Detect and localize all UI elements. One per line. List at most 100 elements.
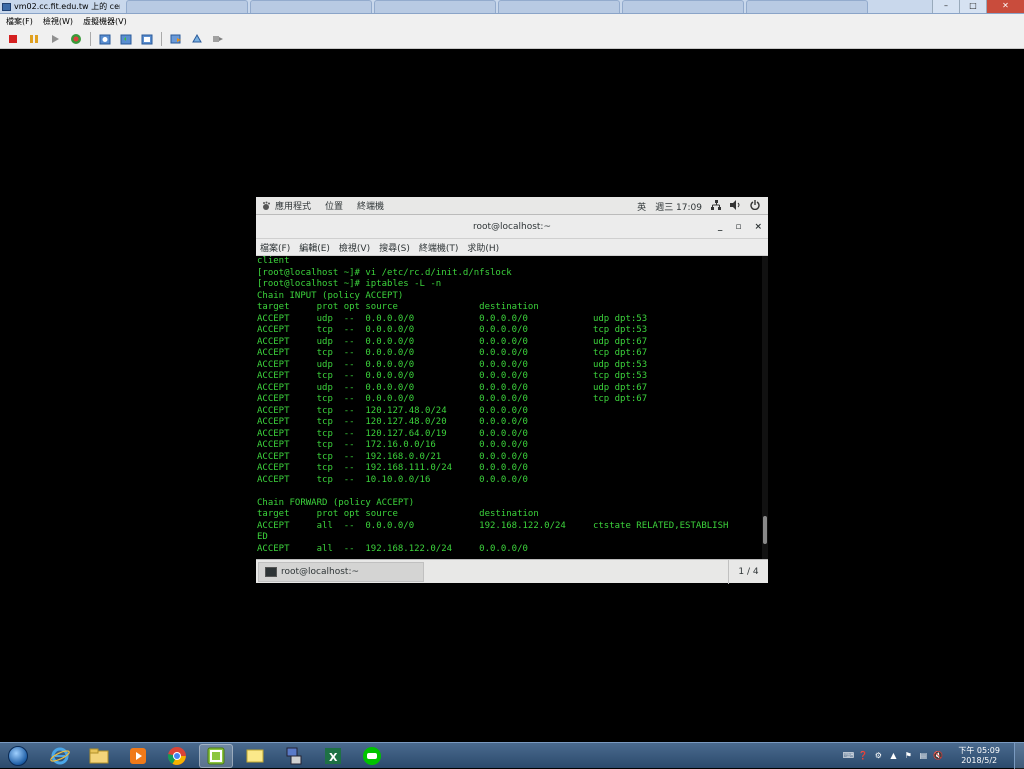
taskbar-file-explorer[interactable]: [82, 744, 116, 768]
menu-vm[interactable]: 虛擬機器(V): [83, 16, 127, 27]
taskbar-media-player[interactable]: [121, 744, 155, 768]
minimize-icon[interactable]: _: [718, 222, 723, 232]
terminal-menu-terminal[interactable]: 終端機(T): [419, 241, 459, 254]
input-method-indicator[interactable]: 英: [637, 200, 646, 213]
workspace-indicator[interactable]: 1 / 4: [728, 560, 768, 584]
taskbar-network-tool[interactable]: [277, 744, 311, 768]
snapshot-icon: [99, 34, 111, 44]
pause-button[interactable]: [27, 32, 41, 46]
terminal-line: ACCEPT tcp -- 120.127.48.0/20 0.0.0.0/0: [257, 417, 528, 427]
terminal-menu-file[interactable]: 檔案(F): [260, 241, 290, 254]
help-icon[interactable]: ❓: [857, 750, 869, 762]
terminal-line: ACCEPT all -- 0.0.0.0/0 192.168.122.0/24…: [257, 520, 729, 531]
reset-button[interactable]: [69, 32, 83, 46]
manage-snapshot-button[interactable]: [140, 32, 154, 46]
network-icon[interactable]: [711, 199, 721, 213]
terminal-line: ACCEPT tcp -- 0.0.0.0/0 0.0.0.0/0 tcp dp…: [257, 325, 648, 335]
terminal-scrollbar[interactable]: [762, 256, 768, 559]
terminal-menu-search[interactable]: 搜尋(S): [379, 241, 410, 254]
terminal-line: ACCEPT tcp -- 192.168.0.0/21 0.0.0.0/0: [257, 451, 528, 462]
close-icon[interactable]: ×: [754, 222, 762, 232]
power-icon[interactable]: [750, 199, 760, 213]
guest-top-bar: 應用程式 位置 終端機 英 週三 17:09: [256, 197, 768, 215]
terminal-menu-edit[interactable]: 編輯(E): [299, 241, 330, 254]
terminal-line: target prot opt source destination: [257, 509, 539, 519]
close-button[interactable]: ✕: [986, 0, 1024, 13]
taskbar-line[interactable]: [355, 744, 389, 768]
media-player-icon: [130, 747, 146, 764]
terminal-line: ACCEPT all -- 192.168.122.0/24 0.0.0.0/0: [257, 543, 528, 554]
maximize-button[interactable]: □: [959, 0, 986, 13]
stop-button[interactable]: [6, 32, 20, 46]
revert-snapshot-button[interactable]: [119, 32, 133, 46]
terminal-app-menu[interactable]: 終端機: [357, 199, 384, 212]
terminal-line: ACCEPT tcp -- 120.127.64.0/19 0.0.0.0/0: [257, 428, 528, 439]
terminal-line: [root@localhost ~]# vi /etc/rc.d/init.d/…: [257, 267, 512, 278]
terminal-task-label: root@localhost:~: [281, 566, 360, 577]
guest-clock[interactable]: 週三 17:09: [655, 200, 702, 213]
terminal-menu-help[interactable]: 求助(H): [467, 241, 499, 254]
start-button[interactable]: [3, 744, 33, 768]
terminal-line: client: [257, 256, 290, 266]
sticky-notes-icon: [246, 749, 264, 762]
terminal-window: root@localhost:~ _ ▫ × 檔案(F) 編輯(E) 檢視(V)…: [256, 215, 768, 584]
host-background-tabs: [126, 0, 870, 13]
terminal-line: ACCEPT tcp -- 172.16.0.0/16 0.0.0.0/0: [257, 440, 528, 450]
terminal-text: client [root@localhost ~]# vi /etc/rc.d/i…: [257, 256, 761, 555]
vm-window-icon: [2, 3, 11, 11]
play-button[interactable]: [48, 32, 62, 46]
terminal-line: ED: [257, 532, 268, 542]
toolbar-separator: [161, 31, 162, 46]
terminal-task-button[interactable]: root@localhost:~: [258, 561, 424, 582]
show-hidden-icons[interactable]: ▲: [887, 750, 899, 762]
terminal-line: ACCEPT udp -- 0.0.0.0/0 0.0.0.0/0 udp dp…: [257, 336, 648, 347]
pause-icon: [30, 34, 38, 43]
background-tab[interactable]: [622, 0, 744, 13]
terminal-line: [root@localhost ~]# iptables -L -n: [257, 279, 442, 289]
background-tab[interactable]: [250, 0, 372, 13]
send-keys-button[interactable]: [211, 32, 225, 46]
background-tab[interactable]: [374, 0, 496, 13]
settings-icon[interactable]: ⚙: [872, 750, 884, 762]
connect-device-button[interactable]: [190, 32, 204, 46]
taskbar-internet-explorer[interactable]: [43, 744, 77, 768]
stop-icon: [9, 34, 17, 43]
terminal-menu-view[interactable]: 檢視(V): [339, 241, 370, 254]
terminal-line: ACCEPT udp -- 0.0.0.0/0 0.0.0.0/0 udp dp…: [257, 382, 648, 393]
network-tray-icon[interactable]: ▤: [917, 750, 929, 762]
menu-view[interactable]: 檢視(W): [43, 16, 73, 27]
terminal-output[interactable]: client [root@localhost ~]# vi /etc/rc.d/i…: [256, 256, 768, 559]
windows-taskbar: X ⌨ ❓ ⚙ ▲ ⚑ ▤ 🔇 下午 05:09 2018/5/2: [0, 742, 1024, 769]
maximize-icon[interactable]: ▫: [735, 222, 741, 232]
migrate-button[interactable]: [169, 32, 183, 46]
terminal-line: Chain INPUT (policy ACCEPT): [257, 290, 404, 301]
taskbar-vsphere-client[interactable]: [199, 743, 233, 768]
background-tab[interactable]: [746, 0, 868, 13]
taskbar-chrome[interactable]: [160, 744, 194, 768]
terminal-menubar: 檔案(F) 編輯(E) 檢視(V) 搜尋(S) 終端機(T) 求助(H): [256, 239, 768, 256]
applications-menu[interactable]: 應用程式: [275, 199, 311, 212]
scrollbar-thumb[interactable]: [763, 516, 767, 544]
taskbar-clock[interactable]: 下午 05:09 2018/5/2: [958, 746, 1000, 766]
taskbar-excel[interactable]: X: [316, 744, 350, 768]
action-center-flag-icon[interactable]: ⚑: [902, 750, 914, 762]
background-tab[interactable]: [126, 0, 248, 13]
minimize-button[interactable]: –: [932, 0, 959, 13]
volume-muted-icon[interactable]: 🔇: [932, 750, 944, 762]
taskbar-notes[interactable]: [238, 744, 272, 768]
show-desktop-button[interactable]: [1014, 743, 1024, 769]
excel-icon: X: [325, 747, 341, 764]
places-menu[interactable]: 位置: [325, 199, 343, 212]
background-tab[interactable]: [498, 0, 620, 13]
windows-logo-icon: [8, 745, 28, 766]
host-menubar: 檔案(F) 檢視(W) 虛擬機器(V): [0, 14, 1024, 29]
volume-icon[interactable]: [730, 199, 741, 213]
terminal-title-bar[interactable]: root@localhost:~ _ ▫ ×: [256, 215, 768, 239]
menu-file[interactable]: 檔案(F): [6, 16, 33, 27]
keyboard-icon[interactable]: ⌨: [842, 750, 855, 762]
toolbar-separator: [90, 31, 91, 46]
folder-icon: [89, 748, 109, 763]
snapshot-button[interactable]: [98, 32, 112, 46]
gnome-foot-icon: [263, 201, 270, 210]
